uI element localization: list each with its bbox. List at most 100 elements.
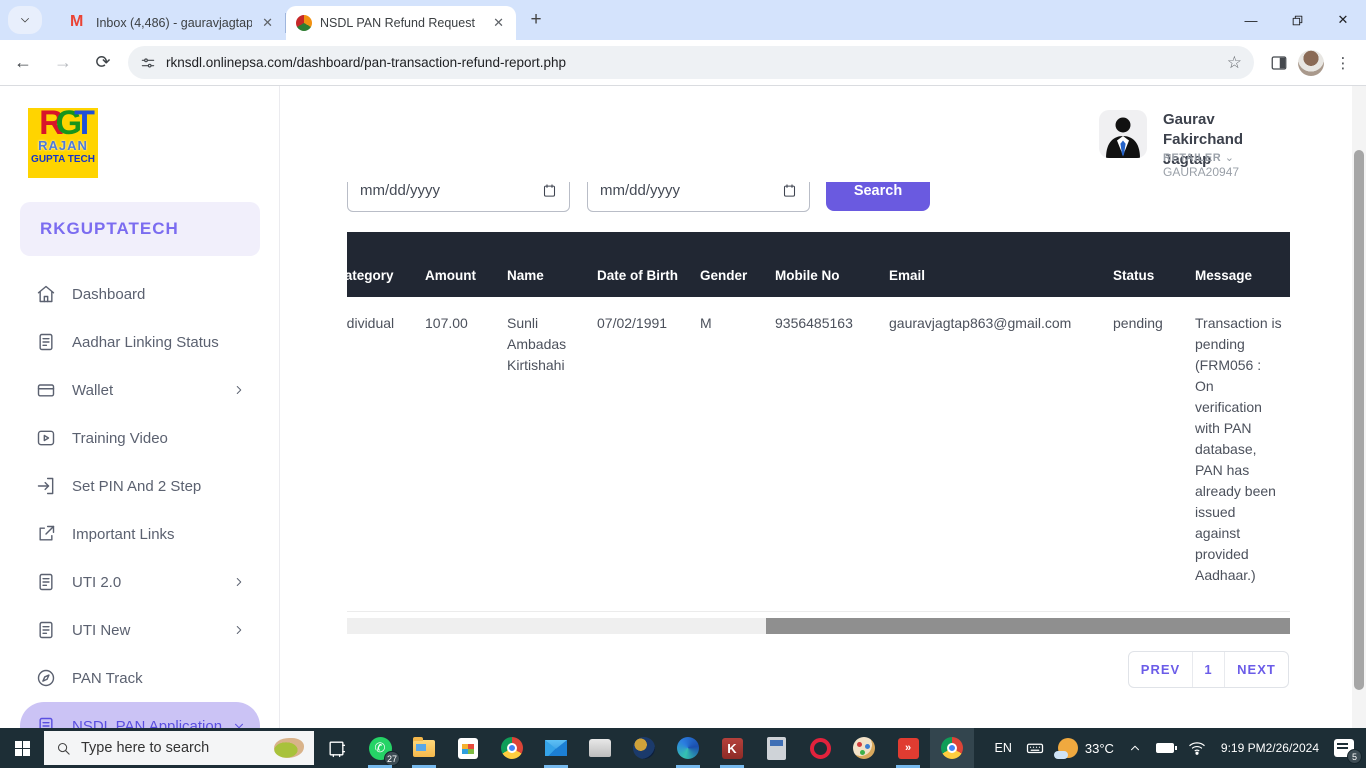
cell-gender: M xyxy=(700,297,775,611)
red-arrows-app-icon: » xyxy=(898,738,919,759)
taskbar-calculator[interactable] xyxy=(754,728,798,768)
taskbar-search-box[interactable]: Type here to search xyxy=(44,731,314,765)
sidebar-item-uti-20[interactable]: UTI 2.0 xyxy=(20,558,260,606)
taskbar-paint[interactable] xyxy=(842,728,886,768)
tray-expand-button[interactable] xyxy=(1121,728,1149,768)
wifi-icon xyxy=(1188,741,1206,755)
cell-message: Transaction is pending (FRM056 : On veri… xyxy=(1195,297,1290,611)
close-tab-icon[interactable]: ✕ xyxy=(260,15,275,31)
side-panel-button[interactable] xyxy=(1264,48,1294,78)
sidebar-item-label: Set PIN And 2 Step xyxy=(72,478,201,495)
battery-icon xyxy=(1156,743,1174,753)
taskbar-edge[interactable] xyxy=(666,728,710,768)
task-view-button[interactable] xyxy=(314,728,358,768)
taskbar-opera[interactable] xyxy=(798,728,842,768)
minimize-button[interactable]: — xyxy=(1228,0,1274,40)
sidebar-item-training-video[interactable]: Training Video xyxy=(20,414,260,462)
whatsapp-badge: 27 xyxy=(384,751,400,766)
sidebar-item-uti-new[interactable]: UTI New xyxy=(20,606,260,654)
site-settings-icon[interactable] xyxy=(140,55,156,71)
table-row[interactable]: Individual 107.00 Sunli Ambadas Kirtisha… xyxy=(347,297,1290,612)
network-indicator[interactable] xyxy=(1181,728,1213,768)
date-from-input[interactable] xyxy=(360,182,510,199)
chrome-icon xyxy=(941,737,963,759)
battery-indicator[interactable] xyxy=(1149,728,1181,768)
date-to-input[interactable] xyxy=(600,182,750,199)
user-id: GAURA20947 xyxy=(1163,165,1239,179)
refund-table: Category Amount Name Date of Birth Gende… xyxy=(347,232,1290,618)
back-button[interactable]: ← xyxy=(6,46,40,80)
document-icon xyxy=(36,620,56,640)
page-vertical-scrollbar[interactable] xyxy=(1352,86,1366,728)
logo-line2: GUPTA TECH xyxy=(28,154,98,165)
reload-button[interactable]: ⟳ xyxy=(86,46,120,80)
column-header-gender: Gender xyxy=(700,232,775,297)
sidebar-item-aadhar-linking-status[interactable]: Aadhar Linking Status xyxy=(20,318,260,366)
sidebar-item-important-links[interactable]: Important Links xyxy=(20,510,260,558)
taskbar-chrome[interactable] xyxy=(490,728,534,768)
calendar-icon[interactable] xyxy=(782,183,797,198)
mail-icon xyxy=(545,740,567,756)
company-logo: RGT RAJAN GUPTA TECH xyxy=(28,108,98,178)
taskbar-red-arrows-app[interactable]: » xyxy=(886,728,930,768)
taskbar-microsoft-store[interactable] xyxy=(446,728,490,768)
brand-name[interactable]: RKGUPTATECH xyxy=(20,202,260,256)
sidebar-item-pan-track[interactable]: PAN Track xyxy=(20,654,260,702)
taskbar-file-explorer[interactable] xyxy=(402,728,446,768)
language-indicator[interactable]: EN xyxy=(987,728,1018,768)
nsdl-favicon xyxy=(296,15,312,31)
sidebar-item-wallet[interactable]: Wallet xyxy=(20,366,260,414)
window-controls: — ✕ xyxy=(1228,0,1366,40)
scrollbar-thumb[interactable] xyxy=(766,618,1290,634)
browser-profile-avatar[interactable] xyxy=(1298,50,1324,76)
search-highlight-icon[interactable] xyxy=(272,736,306,760)
scrollbar-thumb[interactable] xyxy=(1354,150,1364,690)
page: RGT RAJAN GUPTA TECH RKGUPTATECH Dashboa… xyxy=(0,86,1366,728)
logo-letter-t: T xyxy=(74,108,87,142)
tab-gmail[interactable]: Inbox (4,486) - gauravjagtap86 ✕ xyxy=(60,6,285,40)
calculator-icon xyxy=(767,737,786,760)
cell-dob: 07/02/1991 xyxy=(597,297,700,611)
table-horizontal-scrollbar[interactable] xyxy=(347,618,1290,634)
column-header-message: Message xyxy=(1195,232,1290,297)
tab-search-button[interactable] xyxy=(8,6,42,34)
sidebar-item-label: UTI 2.0 xyxy=(72,574,121,591)
next-page-button[interactable]: NEXT xyxy=(1224,652,1288,687)
keyboard-button[interactable] xyxy=(1019,728,1051,768)
sidebar-item-dashboard[interactable]: Dashboard xyxy=(20,270,260,318)
prev-page-button[interactable]: PREV xyxy=(1129,652,1192,687)
start-button[interactable] xyxy=(0,728,44,768)
login-icon xyxy=(36,476,56,496)
cell-amount: 107.00 xyxy=(425,297,507,611)
calendar-icon[interactable] xyxy=(542,183,557,198)
browser-menu-button[interactable]: ⋮ xyxy=(1328,48,1358,78)
notification-badge: 5 xyxy=(1347,749,1362,764)
notification-center-button[interactable]: 5 xyxy=(1327,728,1366,768)
restore-button[interactable] xyxy=(1274,0,1320,40)
omnibox[interactable]: rknsdl.onlinepsa.com/dashboard/pan-trans… xyxy=(128,46,1254,79)
taskbar-red-k-app[interactable]: K xyxy=(710,728,754,768)
close-window-button[interactable]: ✕ xyxy=(1320,0,1366,40)
pagination: PREV 1 NEXT xyxy=(1128,651,1289,688)
document-icon xyxy=(36,572,56,592)
taskbar-mail[interactable] xyxy=(534,728,578,768)
taskbar-chrome-active[interactable] xyxy=(930,728,974,768)
taskbar-scanner[interactable] xyxy=(578,728,622,768)
close-tab-icon[interactable]: ✕ xyxy=(491,15,506,31)
forward-button[interactable]: → xyxy=(46,46,80,80)
user-role[interactable]: RETAILER ⌄ xyxy=(1163,151,1234,164)
chevron-right-icon xyxy=(232,575,246,589)
taskbar-photos-app[interactable] xyxy=(622,728,666,768)
user-avatar[interactable] xyxy=(1099,110,1147,158)
tab-nsdl-active[interactable]: NSDL PAN Refund Request ✕ xyxy=(286,6,516,40)
weather-widget[interactable]: 33°C xyxy=(1051,728,1121,768)
sidebar-item-set-pin[interactable]: Set PIN And 2 Step xyxy=(20,462,260,510)
new-tab-button[interactable]: + xyxy=(522,6,550,34)
page-number-button[interactable]: 1 xyxy=(1192,652,1224,687)
cell-email: gauravjagtap863@gmail.com xyxy=(889,297,1113,611)
suit-avatar-icon xyxy=(1099,110,1147,158)
clock[interactable]: 9:19 PM 2/26/2024 xyxy=(1213,728,1327,768)
taskbar-whatsapp[interactable]: ✆ 27 xyxy=(358,728,402,768)
document-icon xyxy=(36,332,56,352)
bookmark-star-icon[interactable]: ☆ xyxy=(1227,53,1242,73)
